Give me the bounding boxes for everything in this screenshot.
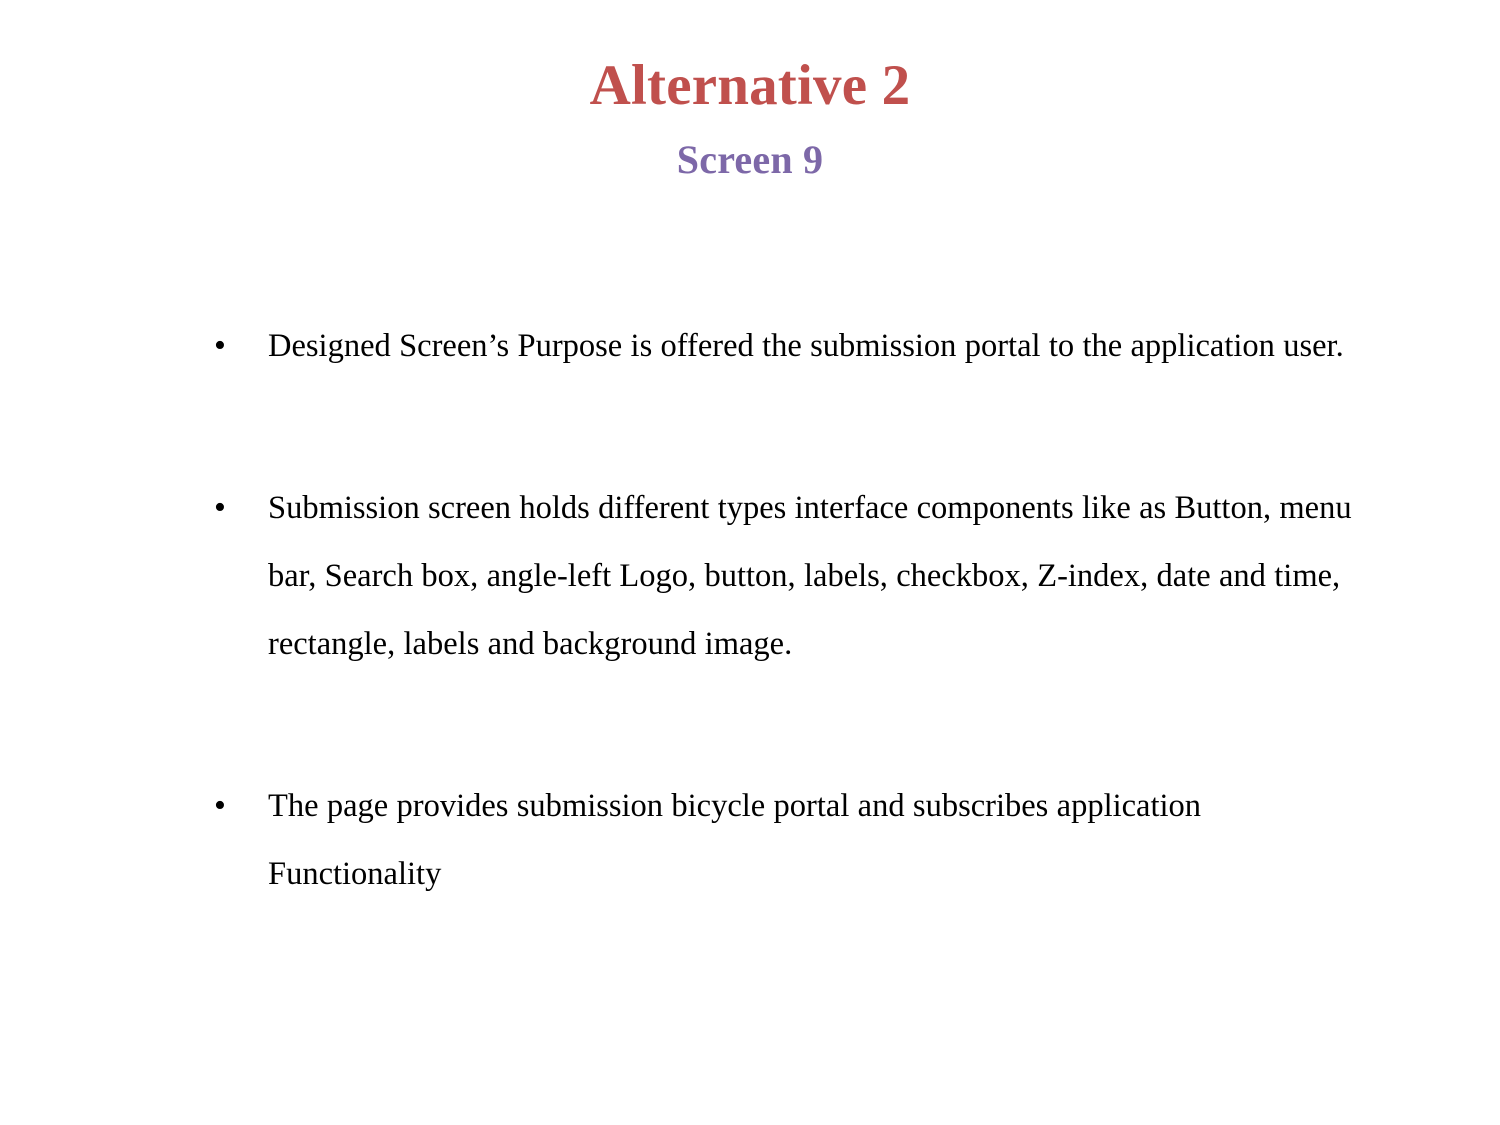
page-subtitle: Screen 9 — [676, 137, 824, 183]
slide-canvas: Alternative 2 Screen 9 • Designed Screen… — [0, 0, 1500, 1125]
list-item: • Designed Screen’s Purpose is offered t… — [205, 312, 1353, 448]
bullet-list: • Designed Screen’s Purpose is offered t… — [205, 312, 1353, 976]
list-item: • The page provides submission bicycle p… — [205, 772, 1353, 976]
bullet-icon: • — [214, 787, 226, 824]
page-title: Alternative 2 — [589, 54, 911, 117]
list-item-text: Submission screen holds different types … — [268, 490, 1352, 662]
title-block: Alternative 2 Screen 9 — [0, 54, 1500, 183]
list-item: • Submission screen holds different type… — [205, 474, 1353, 746]
bullet-icon: • — [214, 489, 226, 526]
bullet-icon: • — [214, 327, 226, 364]
list-item-text: Designed Screen’s Purpose is offered the… — [268, 328, 1344, 364]
list-item-text: The page provides submission bicycle por… — [268, 788, 1202, 892]
